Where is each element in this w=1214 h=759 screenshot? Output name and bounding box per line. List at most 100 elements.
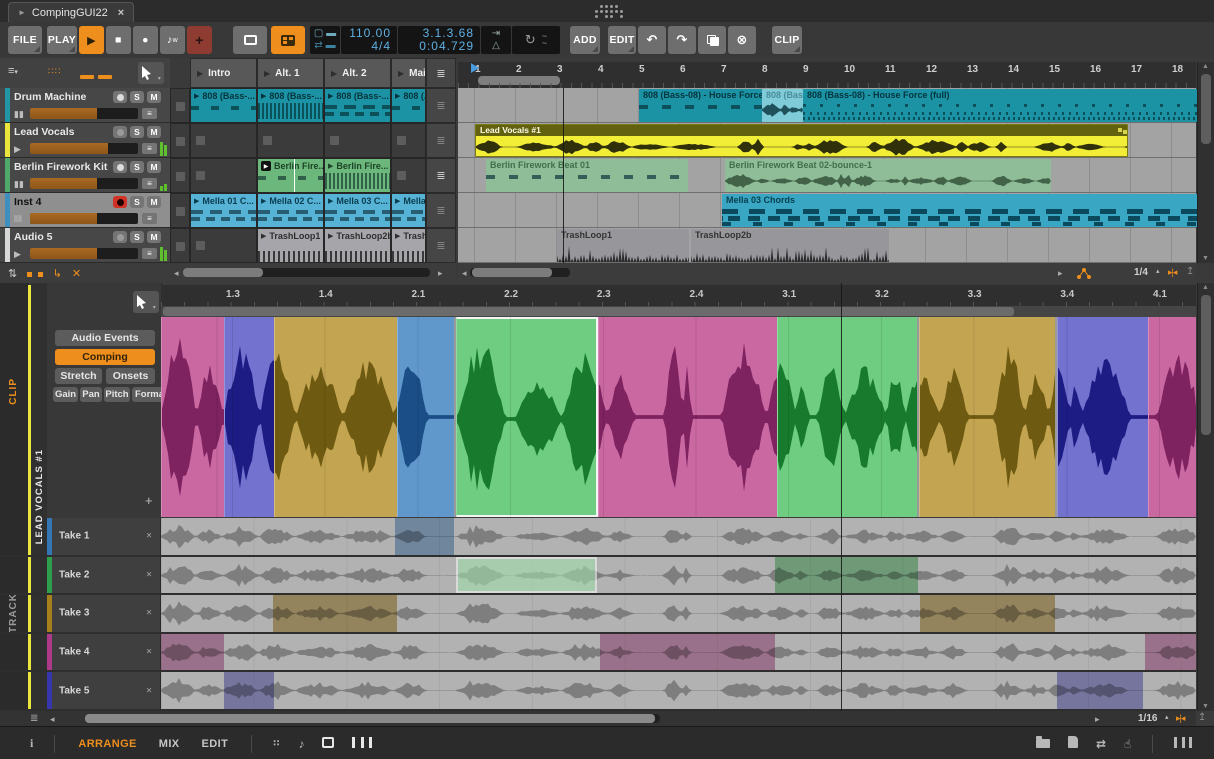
clip-stop-cell[interactable]: [170, 158, 190, 193]
delete-take-icon[interactable]: ×: [146, 531, 152, 542]
editor-adaptive-grid-icon[interactable]: ↥: [1198, 712, 1206, 723]
clip-stop-cell[interactable]: [170, 88, 190, 123]
solo-button[interactable]: S: [130, 231, 144, 243]
editor-grid-caret-icon[interactable]: ▴: [1165, 713, 1169, 721]
record-arm-button[interactable]: [113, 126, 127, 138]
volume-slider[interactable]: [30, 248, 138, 259]
add-take-button[interactable]: +: [145, 493, 153, 508]
automation-write-icon[interactable]: ♪w: [160, 26, 185, 54]
single-display-icon[interactable]: [322, 737, 334, 751]
launcher-clip-cell[interactable]: ▶808 (Bass-...: [324, 88, 391, 123]
launcher-clip-cell[interactable]: [190, 228, 257, 263]
track-header-0[interactable]: Drum MachineSM▮▮≡: [0, 88, 170, 123]
take-highlight[interactable]: [600, 634, 775, 671]
track-header-2[interactable]: Berlin Firework KitSM▮▮≡: [0, 158, 170, 193]
take-highlight[interactable]: [1145, 634, 1196, 671]
track-header-1[interactable]: Lead VocalsSM▶≡: [0, 123, 170, 158]
delete-button[interactable]: ⊗: [728, 26, 756, 54]
document-tab[interactable]: ► CompingGUI22 ×: [8, 2, 134, 22]
launcher-clip-cell[interactable]: ▶TrashLoop2b: [324, 228, 391, 263]
launcher-grid-view-icon[interactable]: ∷∷: [48, 66, 61, 77]
loop-icon[interactable]: ↻: [525, 32, 536, 48]
track-io-icon[interactable]: [27, 264, 42, 282]
playback-start-cue-icon[interactable]: [471, 63, 479, 73]
tab-edit[interactable]: EDIT: [202, 738, 229, 750]
take-highlight[interactable]: [920, 595, 1055, 632]
clip-stop-cell[interactable]: [170, 228, 190, 263]
arranger-grid-caret-icon[interactable]: ▴: [1156, 267, 1160, 275]
track-menu-button[interactable]: ≡: [142, 108, 157, 119]
record-arm-button[interactable]: [113, 161, 127, 173]
track-list-menu-icon[interactable]: ≡▾: [8, 65, 18, 77]
play-button[interactable]: ▶: [79, 26, 104, 54]
piano-keys-icon[interactable]: [1174, 737, 1192, 751]
launcher-clip-cell[interactable]: ▶Trash...: [391, 228, 426, 263]
launcher-clip-cell[interactable]: [190, 158, 257, 193]
scene-play-icon[interactable]: ▶: [331, 69, 337, 78]
track-menu-button[interactable]: ≡: [142, 178, 157, 189]
arranger-grid-value[interactable]: 1/4: [1134, 267, 1148, 278]
arranger-clip[interactable]: 808 (Bass-08) - House Force (: [639, 89, 762, 122]
position-display[interactable]: 3.1.3.68 0:04.729: [398, 26, 480, 54]
track-header-4[interactable]: Audio 5SM▶≡: [0, 228, 170, 263]
onsets-button[interactable]: Onsets: [106, 368, 155, 384]
scene-play-icon[interactable]: ▶: [197, 69, 203, 78]
track-menu-button[interactable]: ≡: [142, 248, 157, 259]
comp-segment-4[interactable]: [456, 317, 598, 517]
launcher-clip-cell[interactable]: ▶808 (Bass-...: [190, 88, 257, 123]
mute-button[interactable]: M: [147, 196, 161, 208]
launcher-clip-cell[interactable]: ▶808 (...: [391, 88, 426, 123]
arranger-clip[interactable]: Lead Vocals #1: [475, 124, 1128, 157]
stretch-button[interactable]: Stretch: [55, 368, 102, 384]
track-launcher-menu-icon[interactable]: ≣: [426, 193, 456, 228]
arranger-view-icon[interactable]: [80, 66, 112, 84]
gain-button[interactable]: Gain: [53, 387, 78, 402]
record-arm-button[interactable]: [113, 196, 127, 208]
delete-take-icon[interactable]: ×: [146, 685, 152, 696]
mute-button[interactable]: M: [147, 161, 161, 173]
overdub-button[interactable]: +: [187, 26, 212, 54]
transport-mode-icons[interactable]: ▢ ▬⇄ ▬: [310, 26, 340, 54]
scene-play-icon[interactable]: ▶: [398, 69, 404, 78]
arranger-clip[interactable]: Berlin Firework Beat 02-bounce-1: [725, 159, 1051, 192]
track-launcher-menu-icon[interactable]: ≣: [426, 228, 456, 263]
take-highlight[interactable]: [224, 672, 274, 709]
io-routing-icon[interactable]: ⇄: [1096, 737, 1106, 751]
edit-button[interactable]: EDIT: [608, 26, 636, 54]
record-arm-button[interactable]: [113, 91, 127, 103]
comp-segment-8[interactable]: [1057, 317, 1148, 517]
delete-take-icon[interactable]: ×: [146, 569, 152, 580]
controller-pads-icon[interactable]: [271, 26, 305, 54]
tempo-display[interactable]: 110.00 4/4: [341, 26, 397, 54]
scene-header-2[interactable]: ▶Alt. 2: [324, 58, 391, 88]
note-editor-icon[interactable]: ♪: [298, 737, 304, 751]
arranger-clip[interactable]: Mella 03 Chords: [722, 194, 1199, 227]
editor-hscrollbar[interactable]: [85, 714, 660, 723]
automation-curves-icon[interactable]: ~~: [542, 33, 547, 47]
volume-slider[interactable]: [30, 178, 138, 189]
play-menu-button[interactable]: PLAY: [47, 26, 77, 54]
tab-clip[interactable]: CLIP: [8, 378, 19, 405]
record-button[interactable]: ●: [133, 26, 158, 54]
arranger-timeline-ruler[interactable]: 123456789101112131415161718: [458, 62, 1196, 89]
take-highlight[interactable]: [456, 557, 597, 594]
editor-scroll-left-icon[interactable]: ◂: [50, 714, 55, 725]
comp-segment-7[interactable]: [919, 317, 1055, 517]
editor-snap-icon[interactable]: ▸|◂: [1176, 713, 1184, 724]
launcher-clip-cell[interactable]: [391, 123, 426, 158]
launcher-clip-cell[interactable]: [324, 123, 391, 158]
file-menu-button[interactable]: FILE: [8, 26, 42, 54]
take-waveform-area[interactable]: [161, 634, 1196, 671]
volume-slider[interactable]: [30, 213, 138, 224]
scene-header-1[interactable]: ▶Alt. 1: [257, 58, 324, 88]
comp-segment-0[interactable]: [161, 317, 224, 517]
track-launcher-menu-icon[interactable]: ≣: [426, 123, 456, 158]
swap-tracks-icon[interactable]: ⇅: [8, 267, 17, 280]
solo-button[interactable]: S: [130, 126, 144, 138]
adaptive-grid-icon[interactable]: ↥: [1186, 266, 1194, 277]
comp-segment-9[interactable]: [1148, 317, 1196, 517]
audio-events-button[interactable]: Audio Events: [55, 330, 155, 346]
solo-button[interactable]: S: [130, 91, 144, 103]
editor-zoom-bar[interactable]: [161, 306, 1196, 317]
volume-slider[interactable]: [30, 143, 138, 154]
